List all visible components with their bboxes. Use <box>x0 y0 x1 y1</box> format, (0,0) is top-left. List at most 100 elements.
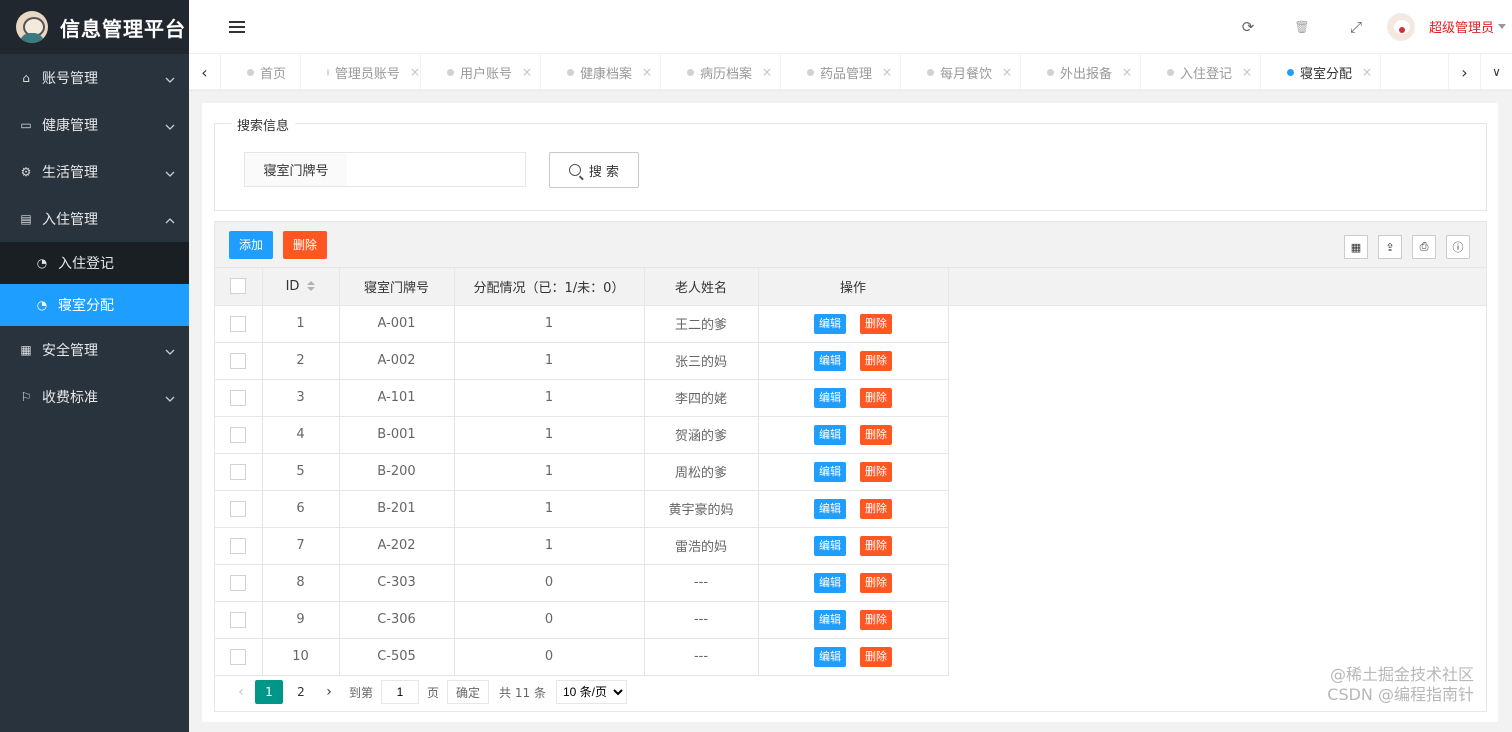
close-icon[interactable]: × <box>1002 65 1012 79</box>
delete-button[interactable]: 删除 <box>860 535 892 556</box>
tabs-scroll-left-icon[interactable]: ‹ <box>189 54 221 90</box>
columns-filter-icon[interactable]: ▦ <box>1344 235 1368 259</box>
sidebar-item-0[interactable]: ⌂ 账号管理 <box>0 54 189 101</box>
delete-button[interactable]: 删除 <box>860 313 892 334</box>
row-checkbox[interactable] <box>230 463 247 480</box>
edit-button[interactable]: 编辑 <box>814 424 846 445</box>
close-icon[interactable]: × <box>762 65 772 79</box>
next-page-icon[interactable]: › <box>317 684 341 700</box>
export-icon[interactable]: ⇪ <box>1378 235 1402 259</box>
tab-2[interactable]: 用户账号 × <box>421 54 541 89</box>
row-select-cell[interactable] <box>215 379 263 417</box>
goto-page-input[interactable] <box>381 680 420 704</box>
print-icon[interactable]: ⎙ <box>1412 235 1436 259</box>
delete-button[interactable]: 删除 <box>860 461 892 482</box>
menu-toggle-icon[interactable] <box>229 20 245 33</box>
page-number-1[interactable]: 1 <box>255 680 283 704</box>
prev-page-icon[interactable]: ‹ <box>229 684 253 700</box>
delete-button[interactable]: 删除 <box>860 424 892 445</box>
tabs-scroll-right-icon[interactable]: › <box>1448 54 1480 90</box>
refresh-icon[interactable]: ⟳ <box>1221 0 1275 54</box>
row-select-cell[interactable] <box>215 342 263 380</box>
col-id[interactable]: ID <box>262 268 340 306</box>
row-select-cell[interactable] <box>215 453 263 491</box>
tab-3[interactable]: 健康档案 × <box>541 54 661 89</box>
edit-button[interactable]: 编辑 <box>814 572 846 593</box>
tab-6[interactable]: 每月餐饮 × <box>901 54 1021 89</box>
edit-button[interactable]: 编辑 <box>814 313 846 334</box>
row-checkbox[interactable] <box>230 574 247 591</box>
tabs-more-icon[interactable]: ∨ <box>1480 54 1512 90</box>
row-select-cell[interactable] <box>215 305 263 343</box>
goto-confirm-button[interactable]: 确定 <box>447 680 490 704</box>
row-select-cell[interactable] <box>215 416 263 454</box>
close-icon[interactable]: × <box>410 65 420 79</box>
row-checkbox[interactable] <box>230 315 247 332</box>
delete-button[interactable]: 删除 <box>860 609 892 630</box>
sidebar-item-2[interactable]: ⚙ 生活管理 <box>0 148 189 195</box>
select-all-cell[interactable] <box>215 268 263 306</box>
sort-icon[interactable] <box>307 281 316 292</box>
delete-button[interactable]: 删除 <box>860 387 892 408</box>
edit-button[interactable]: 编辑 <box>814 350 846 371</box>
row-checkbox[interactable] <box>230 500 247 517</box>
close-icon[interactable]: × <box>882 65 892 79</box>
sidebar-item-1[interactable]: ▭ 健康管理 <box>0 101 189 148</box>
delete-button[interactable]: 删除 <box>860 646 892 667</box>
sidebar-item-3[interactable]: ▤ 入住管理 <box>0 195 189 242</box>
page-number-2[interactable]: 2 <box>287 680 315 704</box>
close-icon[interactable]: × <box>522 65 532 79</box>
page-size-select[interactable]: 10 条/页 <box>555 680 627 704</box>
row-checkbox[interactable] <box>230 648 247 665</box>
fullscreen-icon[interactable]: ⤢ <box>1329 0 1383 54</box>
close-icon[interactable]: × <box>642 65 652 79</box>
trash-icon[interactable]: 🗑 <box>1275 0 1329 54</box>
cell-room: C-306 <box>339 601 455 639</box>
select-all-checkbox[interactable] <box>230 278 247 295</box>
row-select-cell[interactable] <box>215 527 263 565</box>
tab-7[interactable]: 外出报备 × <box>1021 54 1141 89</box>
row-checkbox[interactable] <box>230 389 247 406</box>
row-checkbox[interactable] <box>230 352 247 369</box>
edit-button[interactable]: 编辑 <box>814 461 846 482</box>
tab-label: 健康档案 <box>580 66 633 82</box>
close-icon[interactable]: × <box>1242 65 1252 79</box>
tab-8[interactable]: 入住登记 × <box>1141 54 1261 89</box>
user-avatar[interactable] <box>1386 12 1415 41</box>
close-icon[interactable]: × <box>1362 65 1372 79</box>
edit-button[interactable]: 编辑 <box>814 609 846 630</box>
edit-button[interactable]: 编辑 <box>814 646 846 667</box>
tab-label: 病历档案 <box>700 66 753 82</box>
row-select-cell[interactable] <box>215 564 263 602</box>
row-checkbox[interactable] <box>230 537 247 554</box>
edit-button[interactable]: 编辑 <box>814 498 846 519</box>
sidebar-subitem-0[interactable]: ◔ 入住登记 <box>0 242 189 284</box>
info-icon[interactable]: ⓘ <box>1446 235 1470 259</box>
tab-9[interactable]: 寝室分配 × <box>1261 54 1381 89</box>
cell-alloc: 1 <box>454 416 645 454</box>
add-button[interactable]: 添加 <box>229 230 274 259</box>
batch-delete-button[interactable]: 删除 <box>283 230 328 259</box>
delete-button[interactable]: 删除 <box>860 350 892 371</box>
row-checkbox[interactable] <box>230 611 247 628</box>
close-icon[interactable]: × <box>1122 65 1132 79</box>
row-checkbox[interactable] <box>230 426 247 443</box>
tab-0[interactable]: 首页 <box>221 54 301 89</box>
room-number-input[interactable] <box>347 152 526 187</box>
sidebar-item-4[interactable]: ▦ 安全管理 <box>0 326 189 373</box>
row-select-cell[interactable] <box>215 601 263 639</box>
row-select-cell[interactable] <box>215 638 263 676</box>
tab-1[interactable]: 管理员账号 × <box>301 54 421 89</box>
tab-5[interactable]: 药品管理 × <box>781 54 901 89</box>
edit-button[interactable]: 编辑 <box>814 535 846 556</box>
edit-button[interactable]: 编辑 <box>814 387 846 408</box>
delete-button[interactable]: 删除 <box>860 498 892 519</box>
tab-4[interactable]: 病历档案 × <box>661 54 781 89</box>
row-select-cell[interactable] <box>215 490 263 528</box>
user-name[interactable]: 超级管理员 <box>1429 17 1494 36</box>
delete-button[interactable]: 删除 <box>860 572 892 593</box>
chevron-down-icon[interactable] <box>1498 24 1506 29</box>
search-button[interactable]: 搜 索 <box>549 152 639 188</box>
sidebar-item-5[interactable]: ⚐ 收费标准 <box>0 373 189 420</box>
sidebar-subitem-1[interactable]: ◔ 寝室分配 <box>0 284 189 326</box>
